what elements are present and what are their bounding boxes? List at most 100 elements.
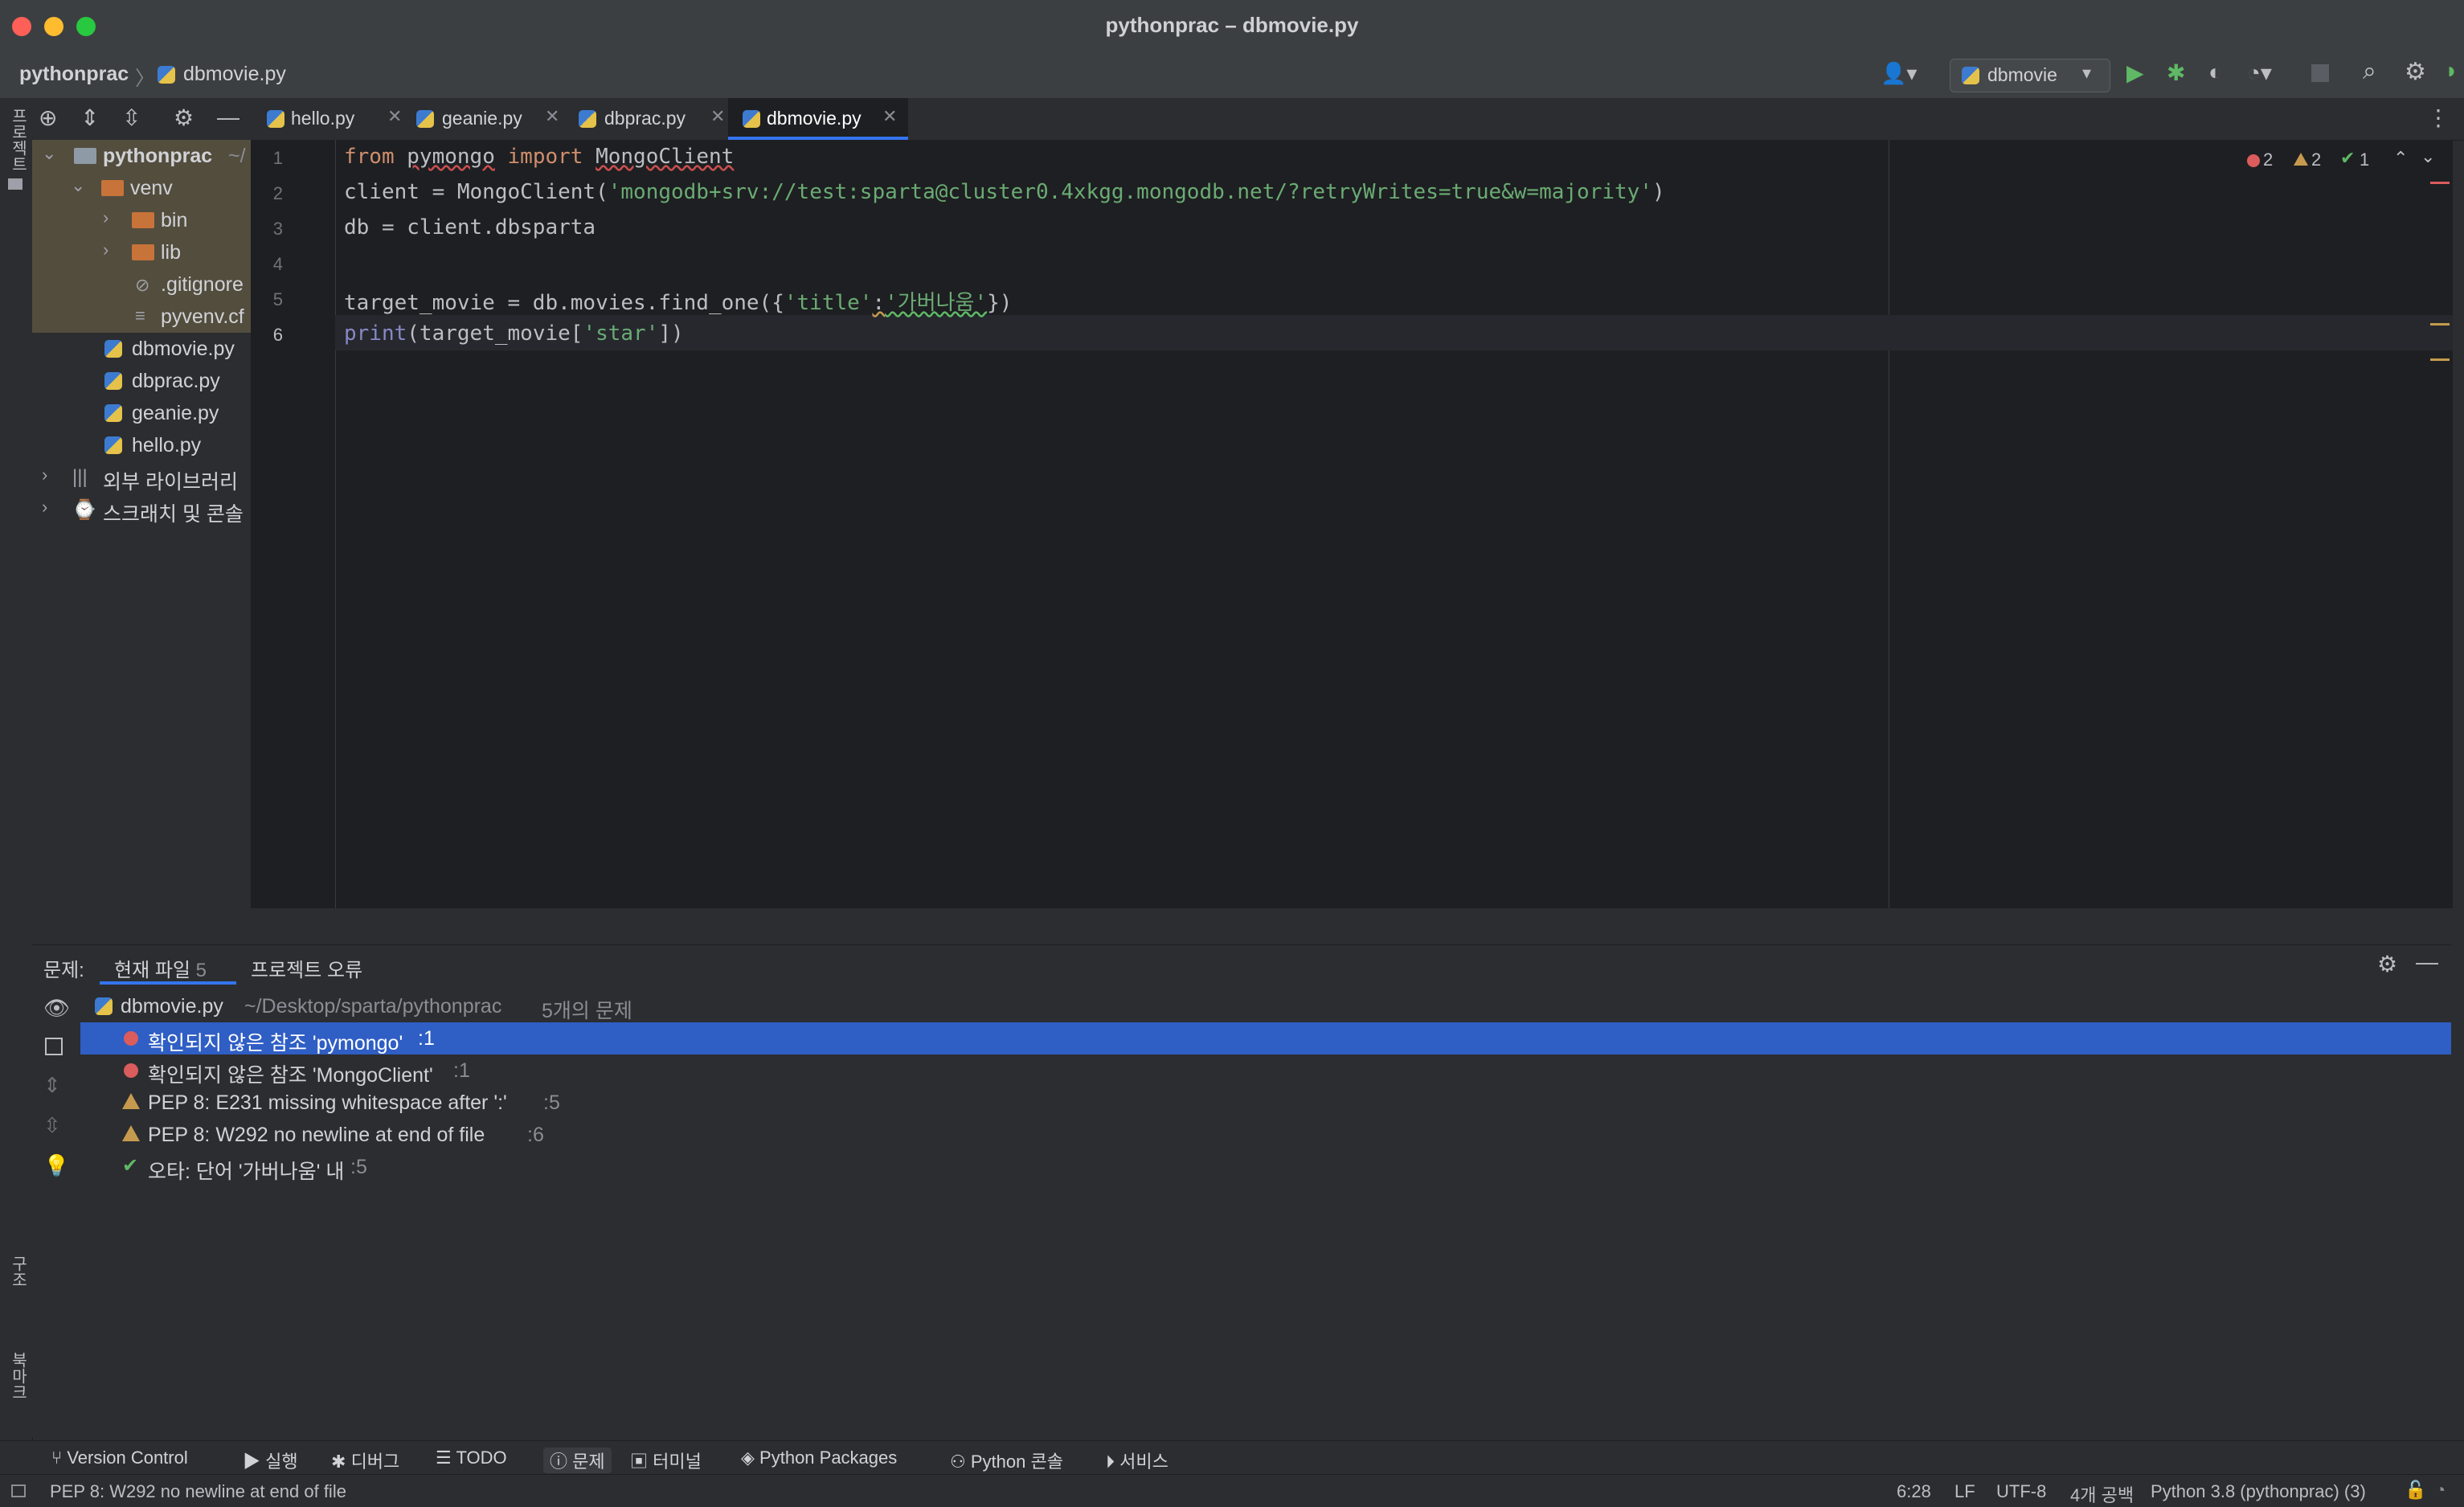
gear-icon[interactable]: ⚙	[2405, 58, 2426, 86]
module-folder-icon	[74, 148, 96, 164]
expand-all-icon[interactable]: ⇕	[80, 104, 99, 131]
coverage-icon[interactable]: ◐	[2208, 59, 2222, 85]
tool-run[interactable]: ▶ 실행	[243, 1448, 298, 1473]
gear-icon[interactable]: ⚙	[2377, 951, 2397, 977]
close-icon[interactable]: ✕	[545, 106, 559, 127]
tree-item-external-libraries[interactable]: › ||| 외부 라이브러리	[32, 461, 251, 493]
error-count: 2	[2263, 149, 2274, 170]
preview-icon[interactable]	[45, 1038, 63, 1055]
eye-icon[interactable]: 👁	[43, 996, 70, 1021]
chevron-down-icon: ▾	[2082, 63, 2092, 83]
problem-item[interactable]: 확인되지 않은 참조 'pymongo' :1	[80, 1022, 2451, 1054]
close-icon[interactable]: ✕	[387, 106, 402, 127]
close-icon[interactable]: ✕	[882, 106, 897, 127]
problem-location: :5	[350, 1156, 367, 1178]
tree-item-dbprac[interactable]: dbprac.py	[32, 365, 251, 397]
user-icon[interactable]: 👤▾	[1881, 61, 1917, 86]
indent-setting[interactable]: 4개 공백	[2070, 1481, 2134, 1507]
problem-item[interactable]: ✔ 오타: 단어 '가버나움' 내 :5	[80, 1151, 2451, 1183]
more-icon[interactable]: ⋮	[2427, 104, 2450, 131]
tab-current-file[interactable]: 현재 파일 5	[114, 954, 207, 982]
problem-text: 확인되지 않은 참조 'MongoClient'	[148, 1064, 433, 1087]
tab-label: hello.py	[291, 108, 355, 129]
minimize-icon[interactable]: —	[217, 104, 239, 130]
tree-item-bin[interactable]: › bin	[32, 204, 251, 236]
lightbulb-icon[interactable]: 💡	[43, 1153, 69, 1178]
close-icon[interactable]: ✕	[710, 106, 725, 127]
error-stripe-mark[interactable]	[2430, 182, 2450, 184]
chevron-right-icon: ›	[42, 497, 48, 517]
profile-icon[interactable]: ◔▾	[2247, 59, 2272, 86]
editor-tab-bar: hello.py ✕ geanie.py ✕ dbprac.py ✕ dbmov…	[251, 98, 2464, 141]
bookmarks-tool-button[interactable]: 북마크	[6, 1352, 30, 1400]
stop-icon[interactable]	[2311, 64, 2329, 82]
tree-item-gitignore[interactable]: ⊘ .gitignore	[32, 268, 251, 301]
problem-item[interactable]: PEP 8: E231 missing whitespace after ':'…	[80, 1087, 2451, 1119]
run-icon[interactable]: ▶	[2126, 59, 2144, 86]
tool-services[interactable]: ⏵ 서비스	[1106, 1448, 1169, 1473]
file-encoding[interactable]: UTF-8	[1996, 1481, 2046, 1502]
tab-label: dbprac.py	[604, 108, 686, 129]
notifications-icon[interactable]: ◔	[2435, 1480, 2446, 1501]
tool-label: TODO	[456, 1448, 507, 1468]
tree-item-venv[interactable]: ⌄ venv	[32, 172, 251, 204]
string-literal: '가버나움'	[885, 291, 988, 315]
tool-python-packages[interactable]: ◈ Python Packages	[741, 1448, 897, 1468]
interpreter-selector[interactable]: Python 3.8 (pythonprac) (3)	[2151, 1481, 2366, 1502]
line-separator[interactable]: LF	[1954, 1481, 1975, 1502]
tab-project-errors[interactable]: 프로젝트 오류	[251, 954, 362, 982]
chevron-right-icon: ›	[42, 465, 48, 485]
breadcrumb-file[interactable]: dbmovie.py	[183, 63, 286, 86]
warning-stripe-mark[interactable]	[2430, 358, 2450, 361]
panel-toggle-icon[interactable]	[11, 1484, 26, 1497]
code-editor[interactable]	[251, 140, 2453, 908]
tab-dbmovie[interactable]: dbmovie.py ✕	[728, 98, 908, 140]
chevron-up-icon[interactable]: ⌃	[2393, 148, 2408, 169]
python-file-icon	[1962, 67, 1979, 84]
tool-todo[interactable]: ☰ TODO	[436, 1448, 507, 1468]
tool-terminal[interactable]: ▣ 터미널	[630, 1448, 702, 1473]
locate-icon[interactable]: ⊕	[39, 104, 57, 131]
problem-text: PEP 8: E231 missing whitespace after ':'	[148, 1091, 507, 1114]
plugin-icon[interactable]: ◗	[2445, 58, 2458, 84]
search-icon[interactable]: ⌕	[2363, 58, 2376, 85]
tree-item-geanie[interactable]: geanie.py	[32, 397, 251, 429]
tree-item-scratches[interactable]: › ⌚ 스크래치 및 콘솔	[32, 493, 251, 526]
chevron-down-icon[interactable]: ⌄	[2421, 146, 2435, 167]
problem-item[interactable]: PEP 8: W292 no newline at end of file :6	[80, 1119, 2451, 1151]
tool-problems[interactable]: ⓘ 문제	[543, 1448, 612, 1473]
text-file-icon: ≡	[135, 305, 145, 326]
expand-all-icon[interactable]: ⇕	[43, 1073, 61, 1098]
inspection-widget[interactable]: 2 2 ✔ 1 ⌃ ⌄	[2247, 146, 2448, 174]
tree-item-pyvenv[interactable]: ≡ pyvenv.cf	[32, 301, 251, 333]
tab-geanie[interactable]: geanie.py ✕	[416, 98, 569, 140]
structure-tool-button[interactable]: 구조	[6, 1255, 30, 1288]
lock-icon[interactable]: 🔓	[2405, 1480, 2426, 1501]
run-config-selector[interactable]: dbmovie ▾	[1950, 59, 2110, 92]
breadcrumb-project[interactable]: pythonprac	[19, 63, 129, 86]
tool-debug[interactable]: ✱ 디버그	[331, 1448, 399, 1473]
collapse-all-icon[interactable]: ⇳	[43, 1113, 61, 1138]
tab-dbprac[interactable]: dbprac.py ✕	[579, 98, 731, 140]
tree-item-root[interactable]: ⌄ pythonprac ~/	[32, 140, 251, 172]
tree-item-hello[interactable]: hello.py	[32, 429, 251, 461]
minimize-icon[interactable]: —	[2416, 949, 2438, 975]
debug-icon[interactable]: ✱	[2167, 59, 2185, 86]
chevron-right-icon: ›	[103, 207, 109, 227]
project-tool-button[interactable]: 프로젝트	[6, 108, 30, 172]
tool-python-console[interactable]: ⚇ Python 콘솔	[950, 1448, 1063, 1473]
warning-stripe-mark[interactable]	[2430, 323, 2450, 326]
tab-hello[interactable]: hello.py ✕	[267, 98, 411, 140]
gear-icon[interactable]: ⚙	[174, 104, 194, 131]
tool-version-control[interactable]: ⑂ Version Control	[51, 1448, 188, 1468]
problem-item[interactable]: 확인되지 않은 참조 'MongoClient' :1	[80, 1054, 2451, 1087]
problems-file-row[interactable]: dbmovie.py ~/Desktop/sparta/pythonprac 5…	[80, 990, 2451, 1022]
code-text: client = MongoClient(	[344, 180, 608, 204]
tree-item-dbmovie[interactable]: dbmovie.py	[32, 333, 251, 365]
collapse-all-icon[interactable]: ⇳	[122, 104, 141, 131]
caret-position[interactable]: 6:28	[1897, 1481, 1931, 1502]
navigation-bar: pythonprac 〉 dbmovie.py 👤▾ dbmovie ▾ ▶ ✱…	[0, 53, 2464, 99]
tree-item-lib[interactable]: › lib	[32, 236, 251, 268]
problems-file-name: dbmovie.py	[121, 995, 223, 1018]
terminal-icon: ▣	[630, 1452, 649, 1472]
